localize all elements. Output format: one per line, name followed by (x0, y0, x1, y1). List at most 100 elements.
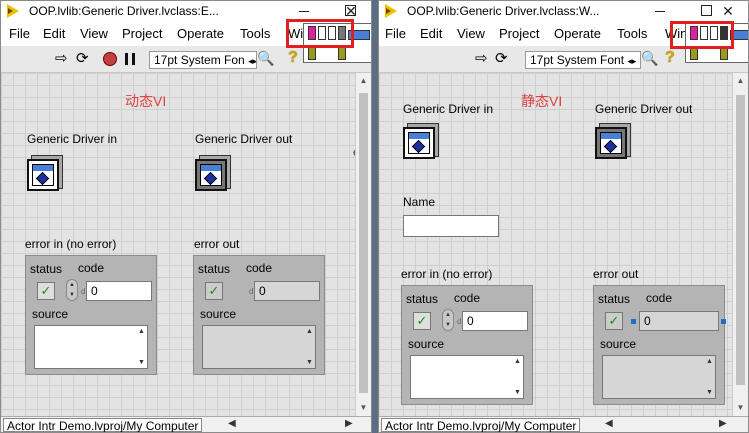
dropdown-arrows-icon: ◂▸ (627, 56, 637, 66)
source-label: source (32, 307, 69, 321)
run-arrow-icon[interactable]: ⇨ (475, 51, 491, 67)
source-label: source (200, 307, 237, 321)
scroll-arrows-icon[interactable]: ▲ ▼ (136, 326, 146, 368)
statusbar-left-arrow-icon[interactable]: ◀ (605, 418, 613, 429)
menu-project[interactable]: Project (499, 26, 539, 41)
minimize-button[interactable] (281, 1, 327, 21)
statusbar-right-arrow-icon[interactable]: ▶ (345, 418, 353, 429)
menu-file[interactable]: File (9, 26, 30, 41)
search-icon[interactable]: 🔍 (641, 50, 658, 67)
icon-front (403, 127, 435, 159)
close-icon[interactable]: ✕ (331, 1, 371, 21)
vertical-scrollbar[interactable]: ▲ ▼ (355, 73, 371, 416)
help-icon[interactable]: ? (665, 49, 675, 67)
scroll-up-icon[interactable]: ▲ (733, 73, 748, 89)
selection-handle[interactable] (631, 319, 636, 324)
left-window-title: OOP.lvlib:Generic Driver.lvclass:E... (29, 4, 219, 18)
status-label: status (198, 262, 231, 276)
status-label: status (598, 292, 631, 306)
class-control[interactable] (27, 155, 63, 193)
code-label: code (246, 261, 273, 275)
run-continuously-icon[interactable]: ⟳ (76, 51, 92, 67)
scroll-down-icon[interactable]: ▼ (733, 400, 748, 416)
vertical-scrollbar[interactable]: ▲ ▼ (732, 73, 748, 416)
font-dropdown[interactable]: 17pt System Fon ◂▸ (149, 51, 257, 69)
code-output: 0 (254, 281, 320, 301)
abort-icon[interactable] (103, 52, 117, 66)
scroll-arrows-icon[interactable]: ▲ ▼ (304, 326, 314, 368)
scroll-arrows-icon[interactable]: ▲ ▼ (704, 356, 714, 398)
connector-terminal (308, 46, 316, 60)
menu-file[interactable]: File (385, 26, 406, 41)
status-checkbox[interactable]: ✓ (37, 282, 55, 300)
name-input[interactable] (403, 215, 499, 237)
icon-front (595, 127, 627, 159)
menu-operate[interactable]: Operate (554, 26, 601, 41)
class-out-label: Generic Driver out (595, 102, 693, 116)
statusbar-left-arrow-icon[interactable]: ◀ (228, 418, 236, 429)
scroll-up-icon[interactable]: ▲ (356, 73, 371, 89)
status-checkbox[interactable]: ✓ (413, 312, 431, 330)
error-out-cluster: status code ✓ d 0 source ▲ ▼ (193, 255, 325, 375)
code-input[interactable]: 0 (86, 281, 152, 301)
code-output: 0 (639, 311, 719, 331)
menu-operate[interactable]: Operate (177, 26, 224, 41)
minimize-button[interactable] (637, 1, 683, 21)
menu-view[interactable]: View (80, 26, 108, 41)
run-arrow-icon[interactable]: ⇨ (55, 51, 71, 67)
red-highlight-box (286, 19, 354, 48)
menu-edit[interactable]: Edit (420, 26, 442, 41)
status-indicator: ✓ (205, 282, 223, 300)
right-front-panel[interactable]: 静态VI Generic Driver in Generic Driver ou… (379, 73, 732, 416)
code-increment-icon[interactable]: ▲ ▼ (442, 309, 454, 331)
scroll-thumb[interactable] (736, 95, 745, 385)
icon-front (27, 159, 59, 191)
pause-icon[interactable] (125, 53, 135, 65)
menu-edit[interactable]: Edit (43, 26, 65, 41)
help-icon[interactable]: ? (288, 49, 298, 67)
right-statusbar: Actor Intr Demo.lvproj/My Computer ◀ ▶ (379, 416, 748, 432)
class-indicator (195, 155, 231, 193)
left-titlebar[interactable]: OOP.lvlib:Generic Driver.lvclass:E... ✕ (1, 1, 371, 21)
left-statusbar: Actor Intr Demo.lvproj/My Computer ◀ ▶ (1, 416, 371, 432)
menu-project[interactable]: Project (122, 26, 162, 41)
status-label: status (30, 262, 63, 276)
menu-tools[interactable]: Tools (240, 26, 270, 41)
red-highlight-box (670, 21, 734, 49)
search-icon[interactable]: 🔍 (257, 50, 274, 67)
scroll-down-icon[interactable]: ▼ (356, 400, 371, 416)
radix-indicator: d (249, 287, 254, 296)
connector-terminal (338, 46, 346, 60)
error-in-cluster: status code ✓ ▲ ▼ d 0 source ▲ ▼ (401, 285, 533, 405)
error-out-cluster: status code ✓ 0 source ▲ ▼ (593, 285, 726, 405)
font-dropdown[interactable]: 17pt System Font ◂▸ (525, 51, 641, 69)
selection-handle[interactable] (721, 319, 726, 324)
class-in-label: Generic Driver in (27, 132, 118, 146)
panel-title: 静态VI (521, 93, 563, 109)
status-indicator: ✓ (605, 312, 623, 330)
statusbar-right-arrow-icon[interactable]: ▶ (719, 418, 727, 429)
left-vi-window: OOP.lvlib:Generic Driver.lvclass:E... ✕ … (0, 0, 372, 433)
run-continuously-icon[interactable]: ⟳ (495, 51, 511, 67)
project-path: Actor Intr Demo.lvproj/My Computer (381, 418, 581, 432)
code-increment-icon[interactable]: ▲ ▼ (66, 279, 78, 301)
left-front-panel[interactable]: 动态VI Generic Driver in Generic Driver ou… (1, 73, 360, 416)
font-dropdown-value: 17pt System Font (530, 53, 625, 67)
class-control[interactable] (403, 123, 439, 161)
error-in-label: error in (no error) (25, 237, 117, 251)
code-label: code (78, 261, 105, 275)
scroll-thumb[interactable] (359, 93, 368, 393)
menu-view[interactable]: View (457, 26, 485, 41)
code-input[interactable]: 0 (462, 311, 528, 331)
source-input[interactable]: ▲ ▼ (34, 325, 148, 369)
right-titlebar[interactable]: OOP.lvlib:Generic Driver.lvclass:W... ✕ (379, 1, 748, 21)
scroll-arrows-icon[interactable]: ▲ ▼ (512, 356, 522, 398)
source-label: source (600, 337, 637, 351)
close-icon[interactable]: ✕ (708, 1, 748, 21)
source-output: ▲ ▼ (202, 325, 316, 369)
labview-app-icon (7, 4, 19, 18)
right-vi-window: OOP.lvlib:Generic Driver.lvclass:W... ✕ … (378, 0, 749, 433)
menu-tools[interactable]: Tools (617, 26, 647, 41)
source-input[interactable]: ▲ ▼ (410, 355, 524, 399)
error-in-label: error in (no error) (401, 267, 493, 281)
